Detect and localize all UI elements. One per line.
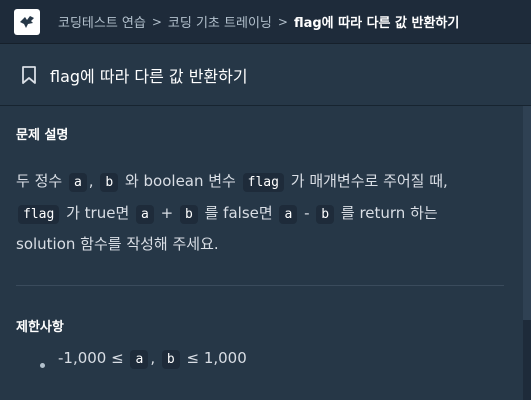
- description-line-1: 두 정수 a, b 와 boolean 변수 flag 가 매개변수로 주어질 …: [16, 165, 496, 199]
- text: ,: [150, 349, 156, 367]
- problem-title-bar: flag에 따라 다른 값 반환하기: [0, 44, 531, 106]
- text: 를 return 하는: [340, 204, 438, 222]
- text: -: [304, 204, 310, 222]
- code-a: a: [130, 350, 149, 369]
- code-flag: flag: [242, 173, 284, 192]
- code-b: b: [161, 350, 180, 369]
- code-a: a: [279, 205, 298, 224]
- breadcrumb-coding-test[interactable]: 코딩테스트 연습: [58, 12, 146, 31]
- bird-logo-icon: [20, 15, 34, 28]
- home-logo[interactable]: [14, 8, 40, 35]
- chevron-right-icon: >: [277, 14, 288, 29]
- breadcrumb-current-problem: flag에 따라 다른 값 반환하기: [293, 16, 460, 31]
- code-a: a: [68, 173, 87, 192]
- bullet-icon: [40, 363, 45, 368]
- description-line-3: solution 함수를 작성해 주세요.: [16, 235, 219, 253]
- code-b: b: [100, 173, 119, 192]
- section-divider: [16, 285, 504, 286]
- code-b: b: [180, 205, 198, 224]
- description-heading: 문제 설명: [16, 128, 69, 143]
- problem-title: flag에 따라 다른 값 반환하기: [50, 66, 248, 86]
- text: ≤ 1,000: [186, 349, 247, 367]
- code-a: a: [136, 205, 154, 224]
- description-line-2: flag 가 true면 a + b 를 false면 a - b 를 retu…: [16, 197, 496, 231]
- code-b: b: [316, 205, 335, 224]
- text: 두 정수: [16, 172, 63, 190]
- constraints-heading: 제한사항: [16, 320, 64, 335]
- code-flag: flag: [18, 205, 60, 224]
- text: -1,000 ≤: [58, 349, 124, 367]
- text: 가 true면: [66, 204, 130, 222]
- top-nav-bar: 코딩테스트 연습 > 코딩 기초 트레이닝 > flag에 따라 다른 값 반환…: [0, 0, 531, 44]
- scrollbar-thumb[interactable]: [523, 106, 531, 320]
- text: 와 boolean 변수: [124, 172, 236, 190]
- text: +: [160, 204, 174, 222]
- bookmark-icon[interactable]: [20, 65, 38, 85]
- text: 를 false면: [204, 204, 273, 222]
- chevron-right-icon: >: [151, 14, 162, 29]
- constraint-item-1: -1,000 ≤ a, b ≤ 1,000: [58, 349, 247, 369]
- text: ,: [88, 172, 94, 190]
- breadcrumb-basic-training[interactable]: 코딩 기초 트레이닝: [168, 12, 272, 31]
- text: 가 매개변수로 주어질 때,: [290, 172, 448, 190]
